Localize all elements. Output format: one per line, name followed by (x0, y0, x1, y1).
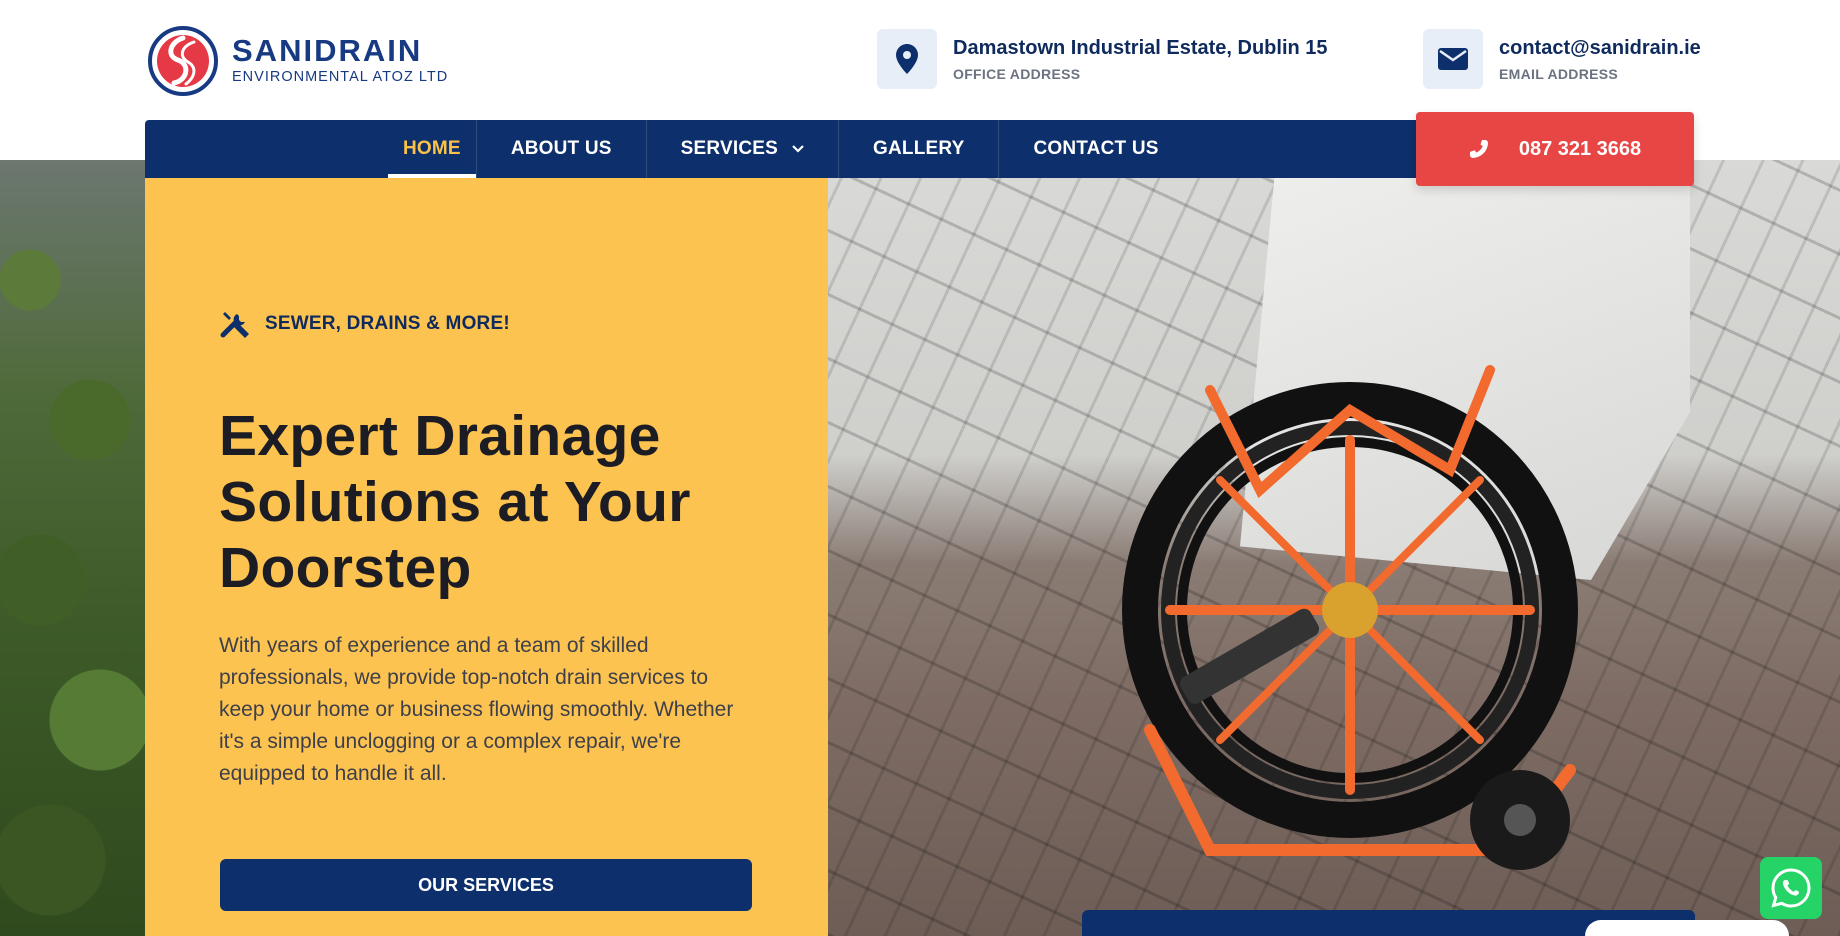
logo-mark-icon (148, 26, 218, 96)
drain-camera-reel-image (1122, 365, 1578, 870)
hero-title: Expert Drainage Solutions at Your Doorst… (219, 403, 779, 601)
nav-item-services[interactable]: SERVICES (647, 120, 839, 178)
email-address: contact@sanidrain.ie EMAIL ADDRESS (1423, 29, 1701, 89)
tools-icon (220, 312, 249, 338)
hedge-photo-area (0, 160, 150, 936)
hero-description: With years of experience and a team of s… (219, 634, 734, 785)
hero-tagline-text: SEWER, DRAINS & MORE! (265, 313, 510, 334)
call-phone-number: 087 321 3668 (1518, 137, 1642, 160)
nav-item-label: CONTACT US (1033, 138, 1159, 159)
office-address-label: OFFICE ADDRESS (953, 65, 1081, 82)
nav-item-label: SERVICES (680, 138, 778, 159)
site-logo[interactable]: SANIDRAIN ENVIRONMENTAL ATOZ LTD (148, 25, 468, 97)
our-services-button[interactable]: OUR SERVICES (220, 859, 752, 911)
hero-title-line: Expert Drainage (219, 404, 661, 468)
phone-icon (1469, 140, 1488, 158)
office-address-value: Damastown Industrial Estate, Dublin 15 (953, 36, 1328, 59)
office-address: Damastown Industrial Estate, Dublin 15 O… (877, 29, 1328, 89)
nav-item-label: GALLERY (872, 138, 965, 159)
hero-card: SEWER, DRAINS & MORE! Expert Drainage So… (145, 178, 828, 936)
hero-tagline: SEWER, DRAINS & MORE! (219, 308, 510, 340)
whatsapp-button[interactable] (1760, 857, 1822, 919)
nav-item-label: ABOUT US (510, 138, 612, 159)
nav-item-gallery[interactable]: GALLERY (839, 120, 1000, 178)
logo-subtitle: ENVIRONMENTAL ATOZ LTD (232, 69, 449, 85)
bottom-pill-tab (1585, 920, 1789, 936)
email-link[interactable]: contact@sanidrain.ie (1499, 36, 1701, 60)
nav-item-contact-us[interactable]: CONTACT US (999, 120, 1192, 178)
hero-title-line: Doorstep (219, 536, 472, 600)
nav-item-home[interactable]: HOME (388, 120, 477, 178)
call-phone-button[interactable]: 087 321 3668 (1416, 112, 1694, 186)
chevron-down-icon (792, 145, 804, 153)
nav-item-label: HOME (403, 138, 461, 159)
nav-menu: HOME ABOUT US SERVICES GALLERY CONTACT U… (388, 120, 1193, 178)
envelope-icon (1423, 29, 1483, 89)
hero-title-line: Solutions at Your (219, 470, 691, 534)
nav-item-about-us[interactable]: ABOUT US (477, 120, 647, 178)
whatsapp-icon (1771, 868, 1811, 908)
map-pin-icon (877, 29, 937, 89)
logo-name: SANIDRAIN (232, 33, 423, 68)
email-address-label: EMAIL ADDRESS (1499, 65, 1619, 82)
